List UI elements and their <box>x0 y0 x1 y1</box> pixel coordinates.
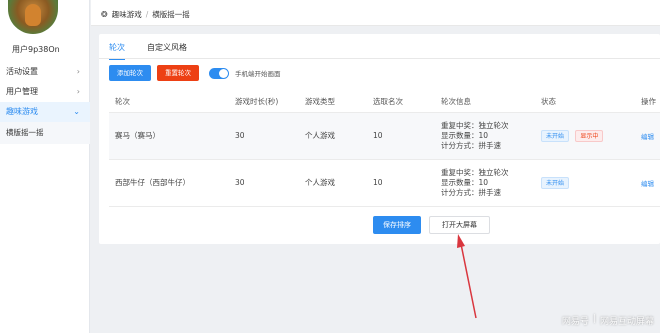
table-row: 西部牛仔（西部牛仔） 30 个人游戏 10 重复中奖：独立轮次 显示数量：10 … <box>109 159 660 207</box>
cell-status: 未开始 <box>535 159 635 207</box>
cell-action: 编辑 <box>635 159 660 207</box>
breadcrumb-first[interactable]: 趣味游戏 <box>112 9 142 20</box>
rounds-table: 轮次 游戏时长(秒) 游戏类型 选取名次 轮次信息 状态 操作 赛马（赛马） 3… <box>109 92 660 207</box>
chevron-right-icon: › <box>76 87 80 96</box>
sidebar-item-fun-games[interactable]: 趣味游戏 ⌄ <box>0 102 90 122</box>
chevron-down-icon: ⌄ <box>73 107 80 116</box>
main-card: 轮次 自定义风格 添加轮次 重置轮次 手机端开始画面 轮次 游戏时长(秒) 游戏… <box>99 34 660 244</box>
cell-round: 西部牛仔（西部牛仔） <box>109 159 229 207</box>
sidebar-item-label: 趣味游戏 <box>6 107 38 116</box>
mobile-start-label: 手机端开始画面 <box>235 70 281 78</box>
table-header-row: 轮次 游戏时长(秒) 游戏类型 选取名次 轮次信息 状态 操作 <box>109 92 660 113</box>
breadcrumb-current: 横版摇一摇 <box>152 10 190 19</box>
info-scoring: 计分方式：拼手速 <box>441 187 501 197</box>
cell-rank: 10 <box>367 159 435 207</box>
chevron-right-icon: › <box>76 67 80 76</box>
edit-link[interactable]: 编辑 <box>641 180 654 188</box>
cell-rank: 10 <box>367 112 435 160</box>
cell-duration: 30 <box>229 112 299 160</box>
col-type: 游戏类型 <box>299 92 367 113</box>
sidebar-subitem-shake[interactable]: 横版摇一摇 <box>0 122 90 144</box>
breadcrumb-separator: / <box>145 10 149 19</box>
watermark-right: 网易互动屏幕 <box>599 317 654 327</box>
edit-link[interactable]: 编辑 <box>641 133 654 141</box>
bottom-actions: 保存排序 打开大屏幕 <box>373 216 490 234</box>
status-badge: 未开始 <box>541 176 570 189</box>
col-round: 轮次 <box>109 92 229 113</box>
watermark-separator: | <box>592 314 596 324</box>
sidebar-menu: 活动设置 › 用户管理 › 趣味游戏 ⌄ 横版摇一摇 <box>0 62 90 144</box>
tabs-divider <box>99 58 660 59</box>
table-row: 赛马（赛马） 30 个人游戏 10 重复中奖：独立轮次 显示数量：10 计分方式… <box>109 112 660 160</box>
cell-status: 未开始 显示中 <box>535 112 635 160</box>
col-rank: 选取名次 <box>367 92 435 113</box>
fox-image <box>25 4 41 26</box>
col-status: 状态 <box>535 92 635 113</box>
sidebar-item-label: 用户管理 <box>6 87 38 96</box>
reset-round-button[interactable]: 重置轮次 <box>157 65 199 81</box>
toolbar: 添加轮次 重置轮次 手机端开始画面 <box>109 65 281 81</box>
display-badge: 显示中 <box>575 129 604 142</box>
info-repeat: 重复中奖：独立轮次 <box>441 120 509 130</box>
breadcrumb: ❂ 趣味游戏 / 横版摇一摇 <box>101 9 190 20</box>
info-repeat: 重复中奖：独立轮次 <box>441 167 509 177</box>
status-badge: 未开始 <box>541 129 570 142</box>
open-big-screen-button[interactable]: 打开大屏幕 <box>429 216 490 234</box>
col-duration: 游戏时长(秒) <box>229 92 299 113</box>
cell-info: 重复中奖：独立轮次 显示数量：10 计分方式：拼手速 <box>435 112 535 160</box>
cell-type: 个人游戏 <box>299 112 367 160</box>
info-count: 显示数量：10 <box>441 130 489 140</box>
top-bar: ❂ 趣味游戏 / 横版摇一摇 <box>91 0 660 26</box>
cell-duration: 30 <box>229 159 299 207</box>
watermark: 网易号 | 网易互动屏幕 <box>562 314 654 327</box>
save-order-button[interactable]: 保存排序 <box>373 216 421 234</box>
sidebar-item-activity-settings[interactable]: 活动设置 › <box>0 62 90 82</box>
cell-info: 重复中奖：独立轮次 显示数量：10 计分方式：拼手速 <box>435 159 535 207</box>
game-icon: ❂ <box>101 10 108 19</box>
watermark-left: 网易号 <box>561 317 589 327</box>
avatar[interactable] <box>8 0 58 34</box>
sidebar-item-user-management[interactable]: 用户管理 › <box>0 82 90 102</box>
mobile-start-toggle[interactable] <box>209 67 229 79</box>
add-round-button[interactable]: 添加轮次 <box>109 65 151 81</box>
info-count: 显示数量：10 <box>441 177 489 187</box>
cell-type: 个人游戏 <box>299 159 367 207</box>
sidebar-item-label: 活动设置 <box>6 67 38 76</box>
cell-round: 赛马（赛马） <box>109 112 229 160</box>
info-scoring: 计分方式：拼手速 <box>441 140 501 150</box>
col-action: 操作 <box>635 92 660 113</box>
username: 用户9p38On <box>12 45 60 54</box>
cell-action: 编辑 <box>635 112 660 160</box>
sidebar: 用户9p38On 活动设置 › 用户管理 › 趣味游戏 ⌄ 横版摇一摇 <box>0 0 90 333</box>
col-info: 轮次信息 <box>435 92 535 113</box>
